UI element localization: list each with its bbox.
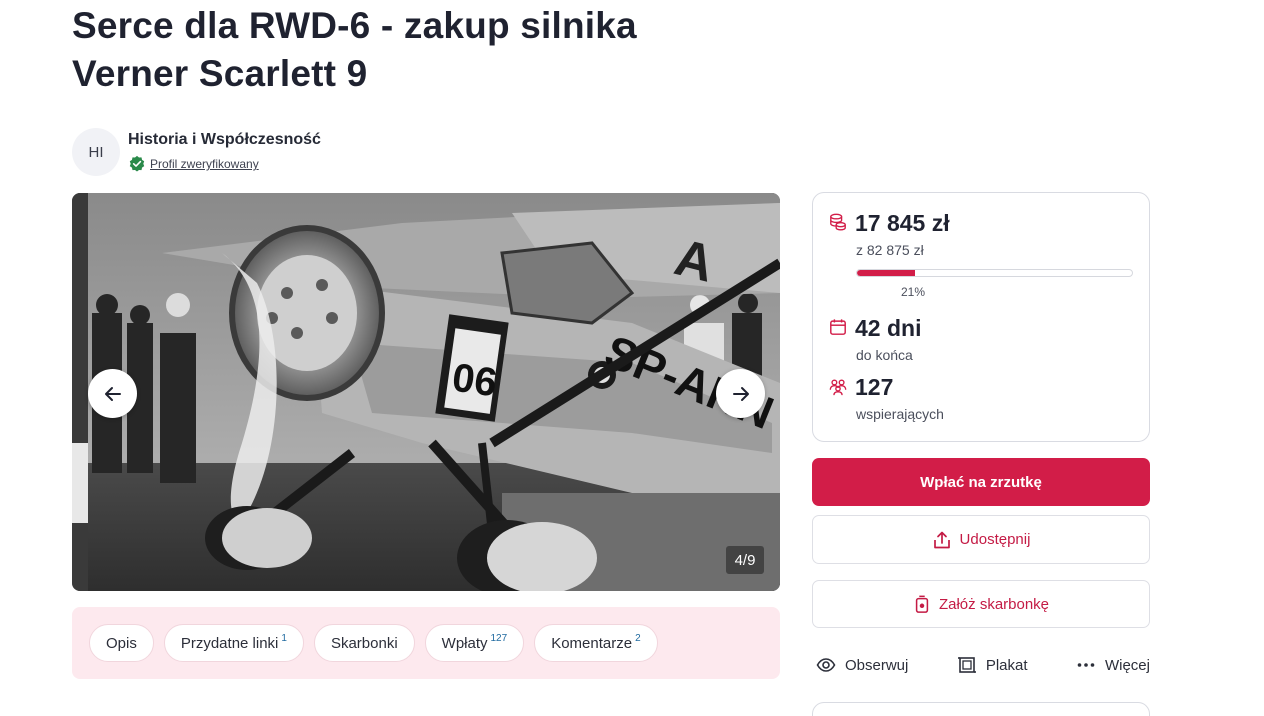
tab-skarbonki[interactable]: Skarbonki [313,624,415,662]
days-left-label: do końca [856,347,913,363]
arrow-left-icon [104,386,121,401]
poster-label: Plakat [985,656,1028,674]
progress-bar [856,269,1133,277]
gallery-photo: A 06 SP-AHN [72,193,780,591]
tab-label: Przydatne linki [180,634,279,652]
tab-count: 2 [635,632,641,644]
gallery-counter: 4/9 [726,546,764,574]
create-piggy-bank-button[interactable]: Załóż skarbonkę [812,580,1150,628]
section-tabs: Opis Przydatne linki 1 Skarbonki Wpłaty 12… [72,607,780,679]
people-icon [829,379,847,396]
watch-label: Obserwuj [845,656,909,674]
arrow-right-icon [732,386,749,401]
gallery-prev-button[interactable] [88,369,137,418]
tab-count: 1 [281,632,287,644]
funding-stats-card: 17 845 zł z 82 875 zł 21% 42 dni do końc… [812,192,1150,442]
amount-raised: 17 845 zł [855,210,950,236]
page-title-line-1: Serce dla RWD-6 - zakup silnika [72,5,637,46]
calendar-icon [830,319,846,335]
more-button[interactable]: Więcej [1076,655,1150,675]
tab-label: Wpłaty [441,634,488,652]
progress-bar-fill [857,270,915,276]
more-dots-icon [1077,663,1095,667]
tab-komentarze[interactable]: Komentarze 2 [534,624,658,662]
coins-icon [830,213,846,231]
create-piggy-bank-label: Załóż skarbonkę [938,595,1050,613]
poster-icon [957,657,976,673]
organizer-block: HI Historia i Współczesność Profil zwery… [72,128,321,176]
share-button-label: Udostępnij [959,531,1031,548]
share-button[interactable]: Udostępnij [812,515,1150,564]
watch-button[interactable]: Obserwuj [816,655,908,675]
tab-count: 127 [490,632,508,644]
secondary-actions: Obserwuj Plakat Więcej [816,653,1150,677]
share-icon [933,531,950,548]
piggy-bank-icon [915,595,929,613]
eye-icon [816,658,836,672]
photo-gallery[interactable]: A 06 SP-AHN [72,193,780,591]
organizer-name[interactable]: Historia i Współczesność [128,130,321,150]
amount-goal: z 82 875 zł [856,242,924,258]
donate-button[interactable]: Wpłać na zrzutkę [812,458,1150,506]
days-left: 42 dni [855,315,922,341]
verified-badge: Profil zweryfikowany [128,155,321,173]
page-title: Serce dla RWD-6 - zakup silnika Verner S… [72,2,772,98]
supporters-count: 127 [855,374,894,400]
gallery-next-button[interactable] [716,369,765,418]
tab-label: Opis [106,634,137,652]
next-card [812,702,1150,716]
progress-percent: 21% [901,285,926,299]
tab-wplaty[interactable]: Wpłaty 127 [424,624,525,662]
tab-label: Skarbonki [330,634,398,652]
more-label: Więcej [1104,656,1150,674]
plane-number: 06 [449,356,499,406]
tab-opis[interactable]: Opis [89,624,154,662]
tab-przydatne-linki[interactable]: Przydatne linki 1 [163,624,304,662]
supporters-label: wspierających [856,406,944,422]
tab-label: Komentarze [551,634,633,652]
organizer-avatar[interactable]: HI [72,128,120,176]
verified-profile-link[interactable]: Profil zweryfikowany [150,157,259,171]
page-title-line-2: Verner Scarlett 9 [72,53,368,94]
verified-check-icon [129,155,145,172]
poster-button[interactable]: Plakat [957,655,1028,675]
